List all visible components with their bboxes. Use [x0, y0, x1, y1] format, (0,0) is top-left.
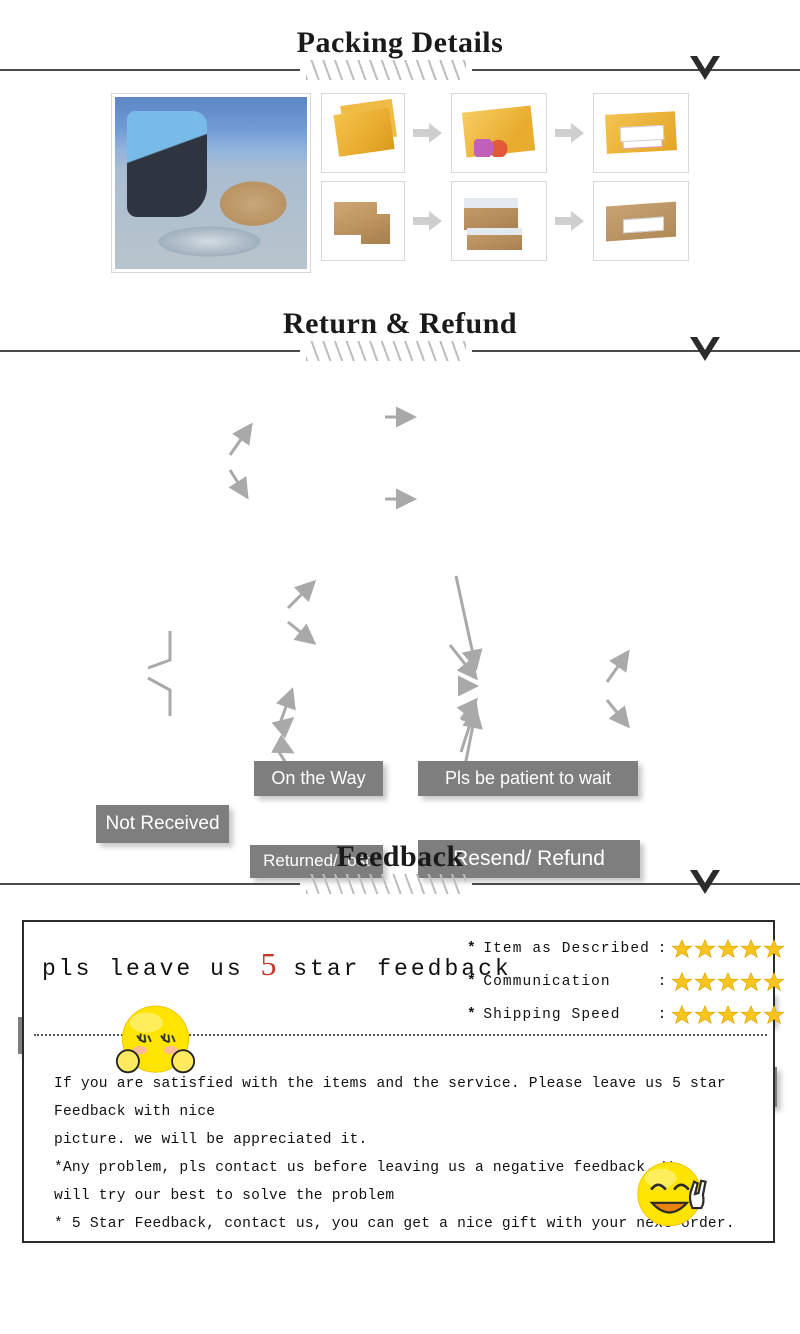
rating-row: * Shipping Speed:: [467, 998, 786, 1031]
star-icon: [694, 938, 717, 958]
photo-carton-with-items: [451, 181, 547, 261]
star-icon: [717, 938, 740, 958]
chevron-down-icon: [690, 870, 720, 894]
chevron-down-icon: [690, 56, 720, 80]
photo-sealed-carton: [593, 181, 689, 261]
section-header-feedback: Feedback: [0, 840, 800, 895]
star-icon: [671, 938, 694, 958]
star-icon: [694, 971, 717, 991]
rating-row: * Item as Described:: [467, 932, 786, 965]
divider-line-right: [472, 883, 800, 885]
section-header-return: Return & Refund: [0, 281, 800, 362]
star-icon: [763, 971, 786, 991]
arrow-right-icon: [413, 123, 442, 143]
divider-line-right: [472, 350, 800, 352]
star-icon: [671, 1004, 694, 1024]
rating-stars: [671, 938, 786, 960]
flow-node-not-received: Not Received: [96, 805, 229, 843]
photo-yellow-envelopes: [321, 93, 405, 173]
rating-list: * Item as Described: * Communication: * Shipp…: [467, 932, 786, 1031]
star-icon: [740, 938, 763, 958]
asterisk-marker: *: [467, 973, 477, 990]
star-icon: [740, 1004, 763, 1024]
divider-packing: [0, 56, 800, 81]
arrow-right-icon: [555, 211, 584, 231]
divider-feedback: [0, 870, 800, 895]
asterisk-marker: *: [467, 940, 477, 957]
rating-row: * Communication:: [467, 965, 786, 998]
page-title-feedback: Feedback: [336, 840, 464, 873]
flow-node-on-the-way: On the Way: [254, 761, 383, 796]
star-icon: [671, 971, 694, 991]
packing-steps-grid: [321, 93, 689, 273]
divider-line-left: [0, 69, 300, 71]
flow-node-pls-be-patient: Pls be patient to wait: [418, 761, 638, 796]
asterisk-marker: *: [467, 1006, 477, 1023]
feedback-headline-five: 5: [260, 946, 277, 982]
page-title-packing: Packing Details: [296, 26, 504, 59]
star-icon: [740, 971, 763, 991]
divider-hatch: [306, 60, 466, 80]
rating-stars: [671, 1004, 786, 1026]
star-icon: [763, 938, 786, 958]
packing-steps-row-carton: [321, 181, 689, 261]
star-icon: [694, 1004, 717, 1024]
packing-images-gallery: [0, 81, 800, 281]
page-title-return: Return & Refund: [282, 307, 518, 340]
star-icon: [763, 1004, 786, 1024]
divider-line-left: [0, 350, 300, 352]
star-icon: [717, 971, 740, 991]
chevron-down-icon: [690, 337, 720, 361]
photo-worker-packing: [111, 93, 311, 273]
feedback-headline-pre: pls leave us: [42, 956, 261, 982]
rating-label: Shipping Speed: [483, 1006, 621, 1023]
shy-blushing-face-icon: [115, 1005, 196, 1074]
divider-line-left: [0, 883, 300, 885]
smiling-face-peace-sign-icon: [637, 1161, 707, 1227]
photo-empty-cartons: [321, 181, 405, 261]
divider-hatch: [306, 341, 466, 361]
rating-stars: [671, 971, 786, 993]
rating-colon: :: [657, 1006, 667, 1023]
rating-colon: :: [657, 940, 667, 957]
divider-line-right: [472, 69, 800, 71]
packing-steps-row-envelope: [321, 93, 689, 173]
rating-colon: :: [657, 973, 667, 990]
rating-label: Communication: [483, 973, 611, 990]
rating-label: Item as Described: [483, 940, 650, 957]
feedback-headline: pls leave us 5 star feedback: [42, 946, 512, 983]
photo-sealed-envelope: [593, 93, 689, 173]
section-header-packing: Packing Details: [0, 0, 800, 81]
arrow-right-icon: [413, 211, 442, 231]
star-icon: [717, 1004, 740, 1024]
divider-hatch: [306, 874, 466, 894]
photo-envelopes-with-items: [451, 93, 547, 173]
divider-return: [0, 337, 800, 362]
arrow-right-icon: [555, 123, 584, 143]
